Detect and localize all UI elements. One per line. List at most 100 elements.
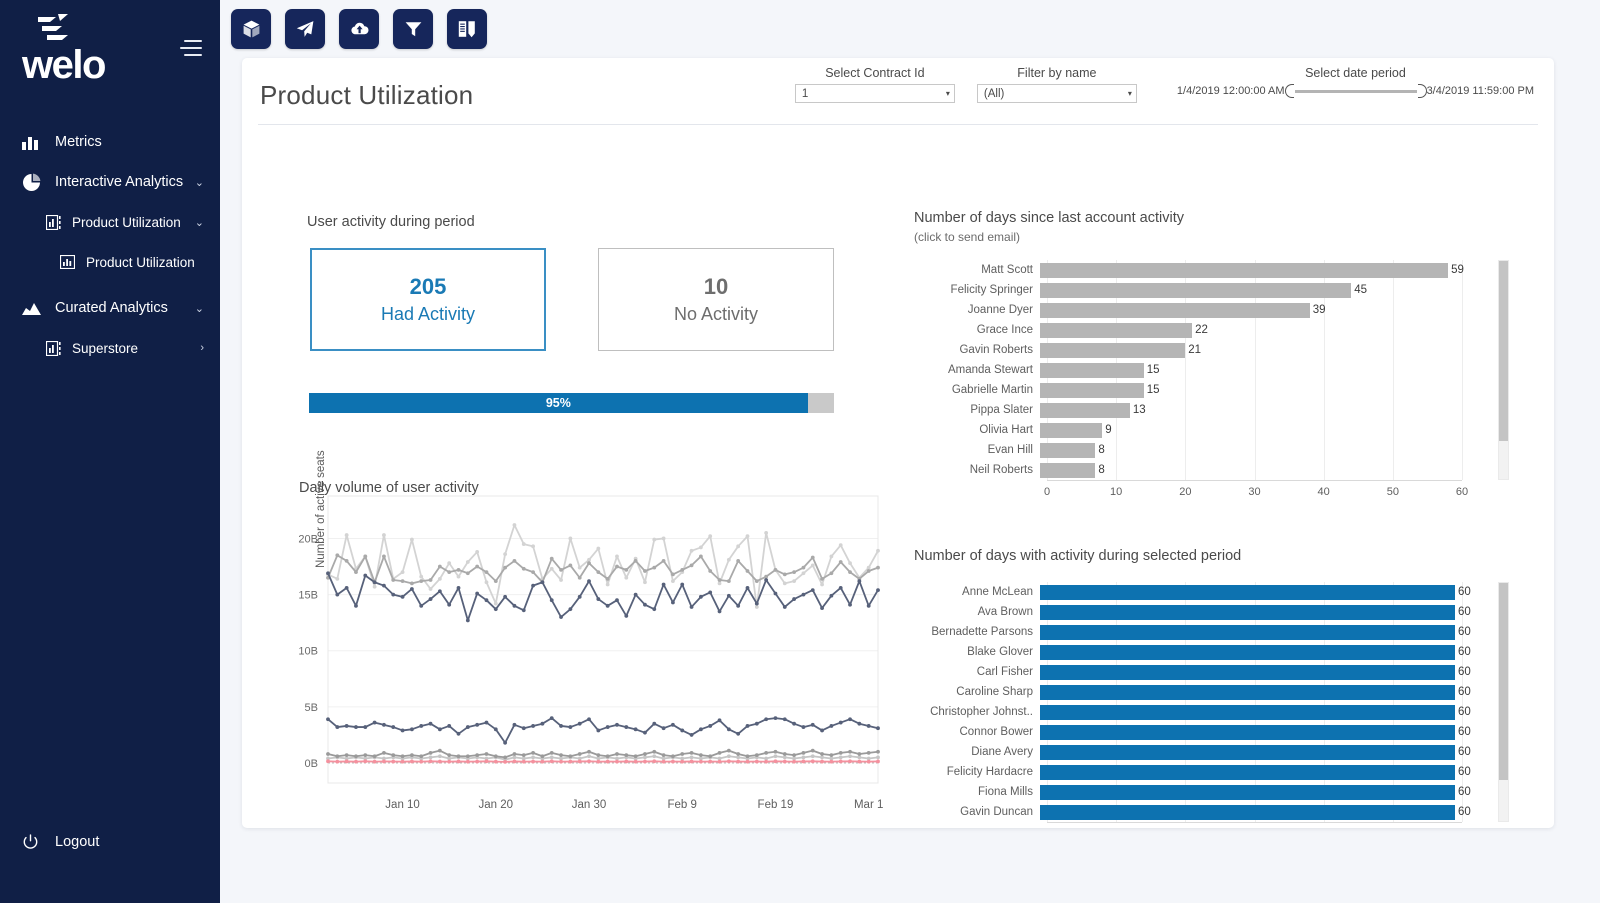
svg-text:Mar 1: Mar 1	[854, 799, 883, 808]
logout-button[interactable]: Logout	[0, 825, 220, 859]
bar-row[interactable]: Olivia Hart9	[914, 420, 1534, 440]
bar-row[interactable]: Anne McLean60	[914, 582, 1534, 602]
bar-category-label: Ava Brown	[914, 606, 1040, 618]
bar-fill[interactable]	[1040, 423, 1102, 438]
bar-row[interactable]: Amanda Stewart15	[914, 360, 1534, 380]
sidebar-item-product-utilization-group[interactable]: Product Utilization ⌄	[0, 202, 220, 242]
bar-track: 60	[1040, 645, 1455, 660]
bar-row[interactable]: Gavin Duncan60	[914, 802, 1534, 822]
bar-row[interactable]: Ava Brown 60	[914, 602, 1534, 622]
bar-fill[interactable]	[1040, 363, 1144, 378]
bar-fill[interactable]	[1040, 625, 1455, 640]
bar-row[interactable]: Grace Ince22	[914, 320, 1534, 340]
bar-row[interactable]: Christopher Johnst..60	[914, 702, 1534, 722]
bar-fill[interactable]	[1040, 645, 1455, 660]
bar-fill[interactable]	[1040, 343, 1185, 358]
bar-row[interactable]: Pippa Slater13	[914, 400, 1534, 420]
bar-fill[interactable]	[1040, 383, 1144, 398]
package-button[interactable]	[231, 9, 271, 49]
x-axis-tick-label: 30	[1248, 486, 1260, 498]
name-filter-select[interactable]: (All) ▾	[977, 84, 1137, 103]
bar-value-label: 60	[1455, 746, 1471, 758]
top-toolbar	[220, 0, 1600, 49]
bar-fill[interactable]	[1040, 805, 1455, 820]
days-since-activity-chart[interactable]: Matt Scott59Felicity Springer45Joanne Dy…	[914, 260, 1534, 515]
bar-row[interactable]: Diane Avery60	[914, 742, 1534, 762]
bar-row[interactable]: Connor Bower60	[914, 722, 1534, 742]
contract-id-select[interactable]: 1 ▾	[795, 84, 955, 103]
bar-fill[interactable]	[1040, 303, 1310, 318]
sidebar-item-curated-analytics[interactable]: Curated Analytics ⌄	[0, 288, 220, 328]
line-chart-svg: 0B5B10B15B20BJan 10Jan 20Jan 30Feb 9Feb …	[260, 458, 890, 808]
days-with-activity-chart[interactable]: Anne McLean60Ava Brown60Bernadette Parso…	[914, 582, 1534, 828]
bar-row[interactable]: Fiona Mills60	[914, 782, 1534, 802]
slider-handle-start[interactable]	[1285, 84, 1294, 98]
sidebar-item-superstore[interactable]: Superstore ›	[0, 328, 220, 368]
filter-button[interactable]	[393, 9, 433, 49]
bar-row[interactable]: Felicity Hardacre60	[914, 762, 1534, 782]
sidebar-item-label: Product Utilization	[86, 255, 204, 270]
dashboard-card: Product Utilization Select Contract Id 1…	[242, 58, 1554, 828]
sidebar: welo Metrics	[0, 0, 220, 903]
bar-fill[interactable]	[1040, 785, 1455, 800]
brand-logo[interactable]: welo	[22, 14, 105, 84]
bar-row[interactable]: Gavin Roberts21	[914, 340, 1534, 360]
bar-chart-icon	[22, 132, 44, 152]
svg-text:Feb 9: Feb 9	[668, 799, 697, 808]
bar-row[interactable]: Matt Scott59	[914, 260, 1534, 280]
bar-row[interactable]: Evan Hill8	[914, 440, 1534, 460]
chevron-down-icon: ⌄	[195, 176, 204, 189]
bar-fill[interactable]	[1040, 685, 1455, 700]
bar-row[interactable]: Joanne Dyer39	[914, 300, 1534, 320]
bar-row[interactable]: Blake Glover60	[914, 642, 1534, 662]
bar-fill[interactable]	[1040, 725, 1455, 740]
bar-value-label: 15	[1144, 384, 1160, 396]
bar-fill[interactable]	[1040, 323, 1192, 338]
bar-category-label: Neil Roberts	[914, 464, 1040, 476]
bar-value-label: 60	[1455, 726, 1471, 738]
bar-row[interactable]: Carl Fisher60	[914, 662, 1534, 682]
bar-value-label: 60	[1455, 606, 1471, 618]
bar-fill[interactable]	[1040, 665, 1455, 680]
date-range-slider[interactable]: 1/4/2019 12:00:00 AM 3/4/2019 11:59:00 P…	[1177, 84, 1534, 98]
days-with-activity-panel: Number of days with activity during sele…	[914, 548, 1534, 828]
send-button[interactable]	[285, 9, 325, 49]
hamburger-menu-icon[interactable]	[180, 40, 202, 56]
bar-row[interactable]: Neil Roberts8	[914, 460, 1534, 480]
bar-fill[interactable]	[1040, 745, 1455, 760]
scrollbar-thumb[interactable]	[1499, 583, 1508, 780]
slider-handle-end[interactable]	[1418, 84, 1427, 98]
slider-track[interactable]	[1295, 90, 1417, 93]
brand-name: welo	[22, 46, 105, 84]
bar-fill[interactable]	[1040, 463, 1095, 478]
sidebar-item-metrics[interactable]: Metrics	[0, 122, 220, 162]
sidebar-item-interactive-analytics[interactable]: Interactive Analytics ⌄	[0, 162, 220, 202]
bar-fill[interactable]	[1040, 283, 1351, 298]
bar-track: 45	[1040, 283, 1455, 298]
kpi-card-no-activity[interactable]: 10 No Activity	[598, 248, 834, 351]
sidebar-item-product-utilization[interactable]: Product Utilization	[0, 242, 220, 282]
bar-fill[interactable]	[1040, 765, 1455, 780]
bar-fill[interactable]	[1040, 605, 1455, 620]
bar-fill[interactable]	[1040, 585, 1455, 600]
bar-row[interactable]: Caroline Sharp60	[914, 682, 1534, 702]
upload-button[interactable]	[339, 9, 379, 49]
vertical-scrollbar[interactable]	[1498, 582, 1509, 822]
bar-fill[interactable]	[1040, 403, 1130, 418]
bar-fill[interactable]	[1040, 705, 1455, 720]
bar-track: 60	[1040, 625, 1455, 640]
bar-row[interactable]: Felicity Springer45	[914, 280, 1534, 300]
kpi-card-had-activity[interactable]: 205 Had Activity	[310, 248, 546, 351]
scrollbar-thumb[interactable]	[1499, 261, 1508, 441]
svg-text:10B: 10B	[298, 646, 318, 658]
bar-row[interactable]: Gabrielle Martin15	[914, 380, 1534, 400]
vertical-scrollbar[interactable]	[1498, 260, 1509, 480]
bar-row[interactable]: Bernadette Parsons60	[914, 622, 1534, 642]
bar-value-label: 15	[1144, 364, 1160, 376]
daily-volume-chart[interactable]: Number of active seats 0B5B10B15B20BJan …	[260, 458, 890, 808]
bar-value-label: 45	[1351, 284, 1367, 296]
report-button[interactable]	[447, 9, 487, 49]
bar-fill[interactable]	[1040, 263, 1448, 278]
bar-fill[interactable]	[1040, 443, 1095, 458]
svg-text:15B: 15B	[298, 590, 318, 602]
